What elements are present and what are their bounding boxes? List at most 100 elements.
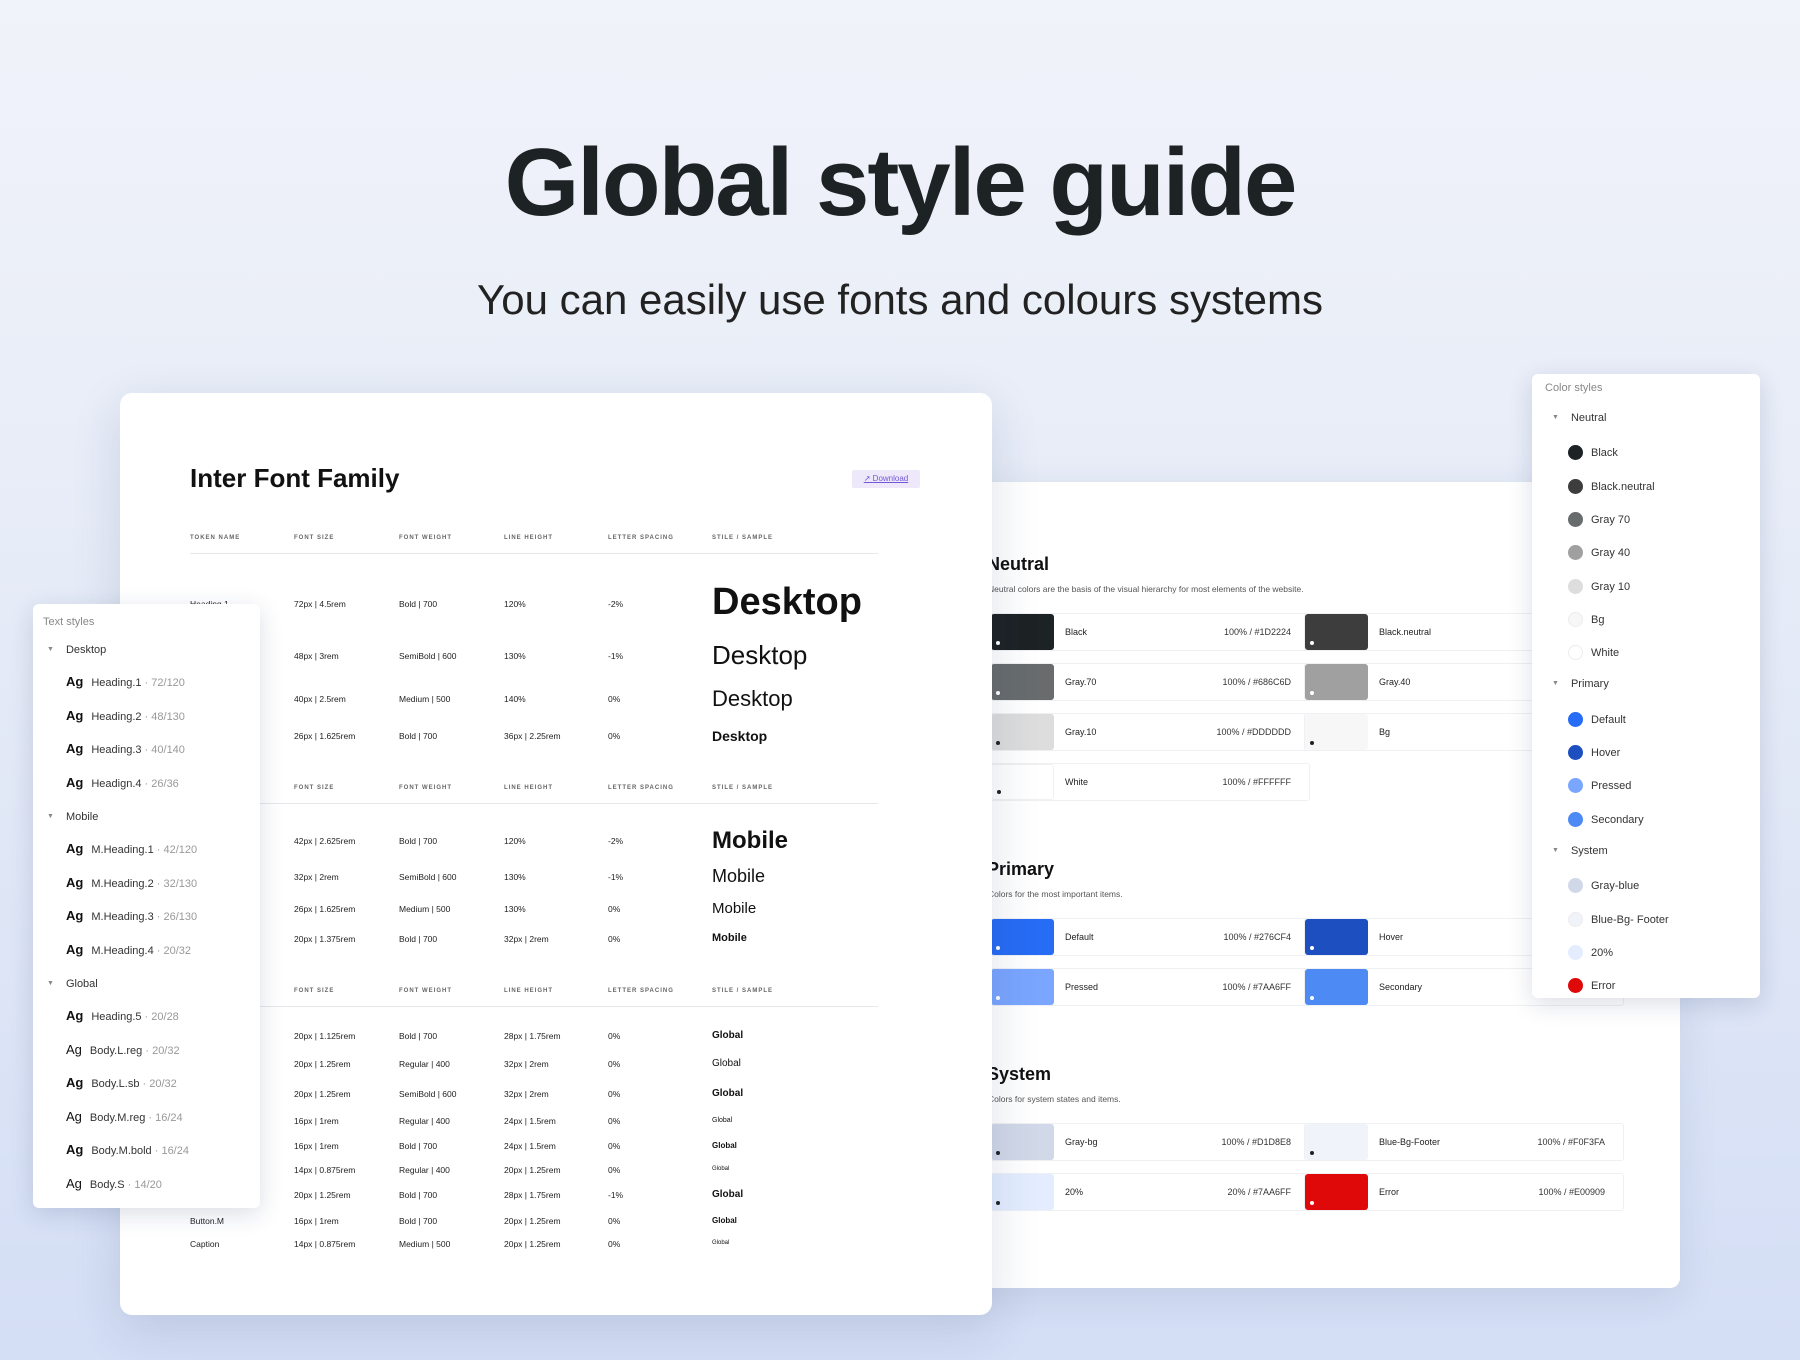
swatch-value: 100% / #7AA6FF xyxy=(1222,982,1291,992)
cell-weight: Bold | 700 xyxy=(399,1216,438,1226)
text-style-icon: Ag xyxy=(66,1142,84,1157)
text-style-item[interactable]: Ag Heading.1 · 72/120 xyxy=(66,674,185,689)
color-style-name: Gray 70 xyxy=(1591,513,1631,526)
column-header: Font size xyxy=(294,988,335,994)
column-header: Token name xyxy=(190,535,241,541)
color-swatch-row: Gray-bg 100% / #D1D8E8 xyxy=(990,1123,1310,1161)
swatch-value: 100% / #276CF4 xyxy=(1223,932,1291,942)
color-swatch xyxy=(1305,714,1368,750)
style-sample: Global xyxy=(712,1116,733,1124)
column-header: Font size xyxy=(294,785,335,791)
text-style-meta: · 20/32 xyxy=(142,1044,180,1057)
color-style-item[interactable]: Black.neutral xyxy=(1568,478,1655,494)
text-style-name: Body.M.reg xyxy=(89,1111,146,1124)
cell-size: 72px | 4.5rem xyxy=(294,599,346,609)
color-style-item[interactable]: Gray 10 xyxy=(1568,578,1630,594)
text-style-item[interactable]: Ag M.Heading.4 · 20/32 xyxy=(66,942,191,957)
cell-spacing: 0% xyxy=(608,904,621,914)
hero-subtitle: You can easily use fonts and colours sys… xyxy=(477,276,1323,323)
cell-weight: SemiBold | 600 xyxy=(399,651,457,661)
chevron-down-icon: ▼ xyxy=(1552,414,1559,421)
text-style-name: M.Heading.4 xyxy=(91,944,154,957)
color-dot-icon xyxy=(1568,911,1583,927)
style-sample: Desktop xyxy=(712,581,862,624)
color-style-item[interactable]: Default xyxy=(1568,711,1626,727)
cell-spacing: 0% xyxy=(608,1089,621,1099)
color-style-item[interactable]: Secondary xyxy=(1568,811,1644,827)
color-dot-icon xyxy=(1568,745,1583,760)
color-style-name: Black xyxy=(1591,447,1618,460)
text-style-name: Heading.1 xyxy=(91,677,142,689)
text-style-item[interactable]: Ag M.Heading.3 · 26/130 xyxy=(66,908,197,923)
divider xyxy=(190,1006,878,1007)
color-style-item[interactable]: White xyxy=(1568,645,1619,661)
color-style-name: Gray-blue xyxy=(1591,880,1640,893)
color-style-item[interactable]: Bg xyxy=(1568,611,1604,627)
text-style-item[interactable]: Ag Heading.2 · 48/130 xyxy=(66,708,185,723)
column-header: Line height xyxy=(504,785,554,791)
text-style-meta: · 40/140 xyxy=(141,744,185,756)
color-style-item[interactable]: Blue-Bg- Footer xyxy=(1568,911,1669,927)
color-style-group[interactable]: ▼ Neutral xyxy=(1552,412,1606,424)
divider xyxy=(190,803,878,804)
text-style-group[interactable]: ▼ Global xyxy=(47,978,98,990)
color-style-item[interactable]: Error xyxy=(1568,978,1615,994)
text-style-meta: · 20/32 xyxy=(153,944,192,957)
text-style-item[interactable]: Ag M.Heading.1 · 42/120 xyxy=(66,841,197,856)
color-style-item[interactable]: Hover xyxy=(1568,745,1620,760)
swatch-dot xyxy=(996,946,1000,950)
text-style-item[interactable]: Ag Body.M.reg · 16/24 xyxy=(66,1109,183,1124)
color-style-item[interactable]: Black xyxy=(1568,445,1618,461)
color-style-item[interactable]: Gray 40 xyxy=(1568,545,1630,561)
text-style-name: Body.L.reg xyxy=(89,1044,143,1057)
color-dot-icon xyxy=(1568,978,1583,994)
text-style-icon: Ag xyxy=(66,707,84,723)
text-style-item[interactable]: Ag Heading.5 · 20/28 xyxy=(66,1008,179,1023)
color-style-group[interactable]: ▼ Primary xyxy=(1552,678,1609,690)
cell-size: 26px | 1.625rem xyxy=(294,731,356,741)
text-style-item[interactable]: Ag Body.S · 14/20 xyxy=(66,1176,162,1191)
divider xyxy=(190,553,878,554)
cell-weight: Bold | 700 xyxy=(399,731,438,741)
text-style-item[interactable]: Ag Body.L.reg · 20/32 xyxy=(66,1042,180,1057)
color-swatch xyxy=(1305,1124,1368,1160)
style-sample: Mobile xyxy=(712,900,757,917)
color-style-item[interactable]: Pressed xyxy=(1568,778,1631,794)
text-style-group[interactable]: ▼ Desktop xyxy=(47,644,106,656)
cell-line: 28px | 1.75rem xyxy=(504,1190,561,1200)
text-style-icon: Ag xyxy=(66,1041,82,1057)
color-style-item[interactable]: Gray-blue xyxy=(1568,878,1640,894)
text-styles-panel: Text styles ▼ Desktop Ag Heading.1 · 72/120… xyxy=(33,604,260,1208)
column-header: Line height xyxy=(504,535,554,541)
color-swatch xyxy=(1305,969,1368,1005)
chevron-down-icon: ▼ xyxy=(47,646,54,653)
text-style-item[interactable]: Ag Heading.3 · 40/140 xyxy=(66,741,185,756)
text-style-icon: Ag xyxy=(66,1075,84,1090)
cell-size: 16px | 1rem xyxy=(294,1216,339,1226)
cell-line: 130% xyxy=(504,872,526,882)
color-swatch-row: Error 100% / #E00909 xyxy=(1304,1173,1624,1211)
text-style-item[interactable]: Ag Body.M.bold · 16/24 xyxy=(66,1142,189,1157)
cell-weight: Medium | 500 xyxy=(399,694,451,704)
color-dot-icon xyxy=(1568,944,1583,960)
swatch-name: 20% xyxy=(1065,1187,1084,1197)
color-swatch xyxy=(991,664,1054,700)
download-link[interactable]: ↗ Download xyxy=(852,470,920,488)
text-style-item[interactable]: Ag Body.L.sb · 20/32 xyxy=(66,1075,177,1090)
swatch-dot xyxy=(996,691,1000,695)
cell-weight: Regular | 400 xyxy=(399,1165,450,1175)
text-style-item[interactable]: Ag M.Heading.2 · 32/130 xyxy=(66,875,197,890)
color-style-item[interactable]: 20% xyxy=(1568,944,1613,960)
cell-spacing: -1% xyxy=(608,1190,624,1200)
text-style-item[interactable]: Ag Headign.4 · 26/36 xyxy=(66,775,179,790)
text-style-group[interactable]: ▼ Mobile xyxy=(47,811,98,823)
color-section-title: Neutral xyxy=(987,554,1050,574)
cell-spacing: -2% xyxy=(608,836,624,846)
cell-line: 24px | 1.5rem xyxy=(504,1116,556,1126)
color-swatch xyxy=(991,969,1054,1005)
download-label: Download xyxy=(872,474,909,483)
cell-spacing: 0% xyxy=(608,1216,621,1226)
cell-weight: Bold | 700 xyxy=(399,1031,438,1041)
color-style-item[interactable]: Gray 70 xyxy=(1568,511,1631,527)
color-style-group[interactable]: ▼ System xyxy=(1552,845,1608,857)
